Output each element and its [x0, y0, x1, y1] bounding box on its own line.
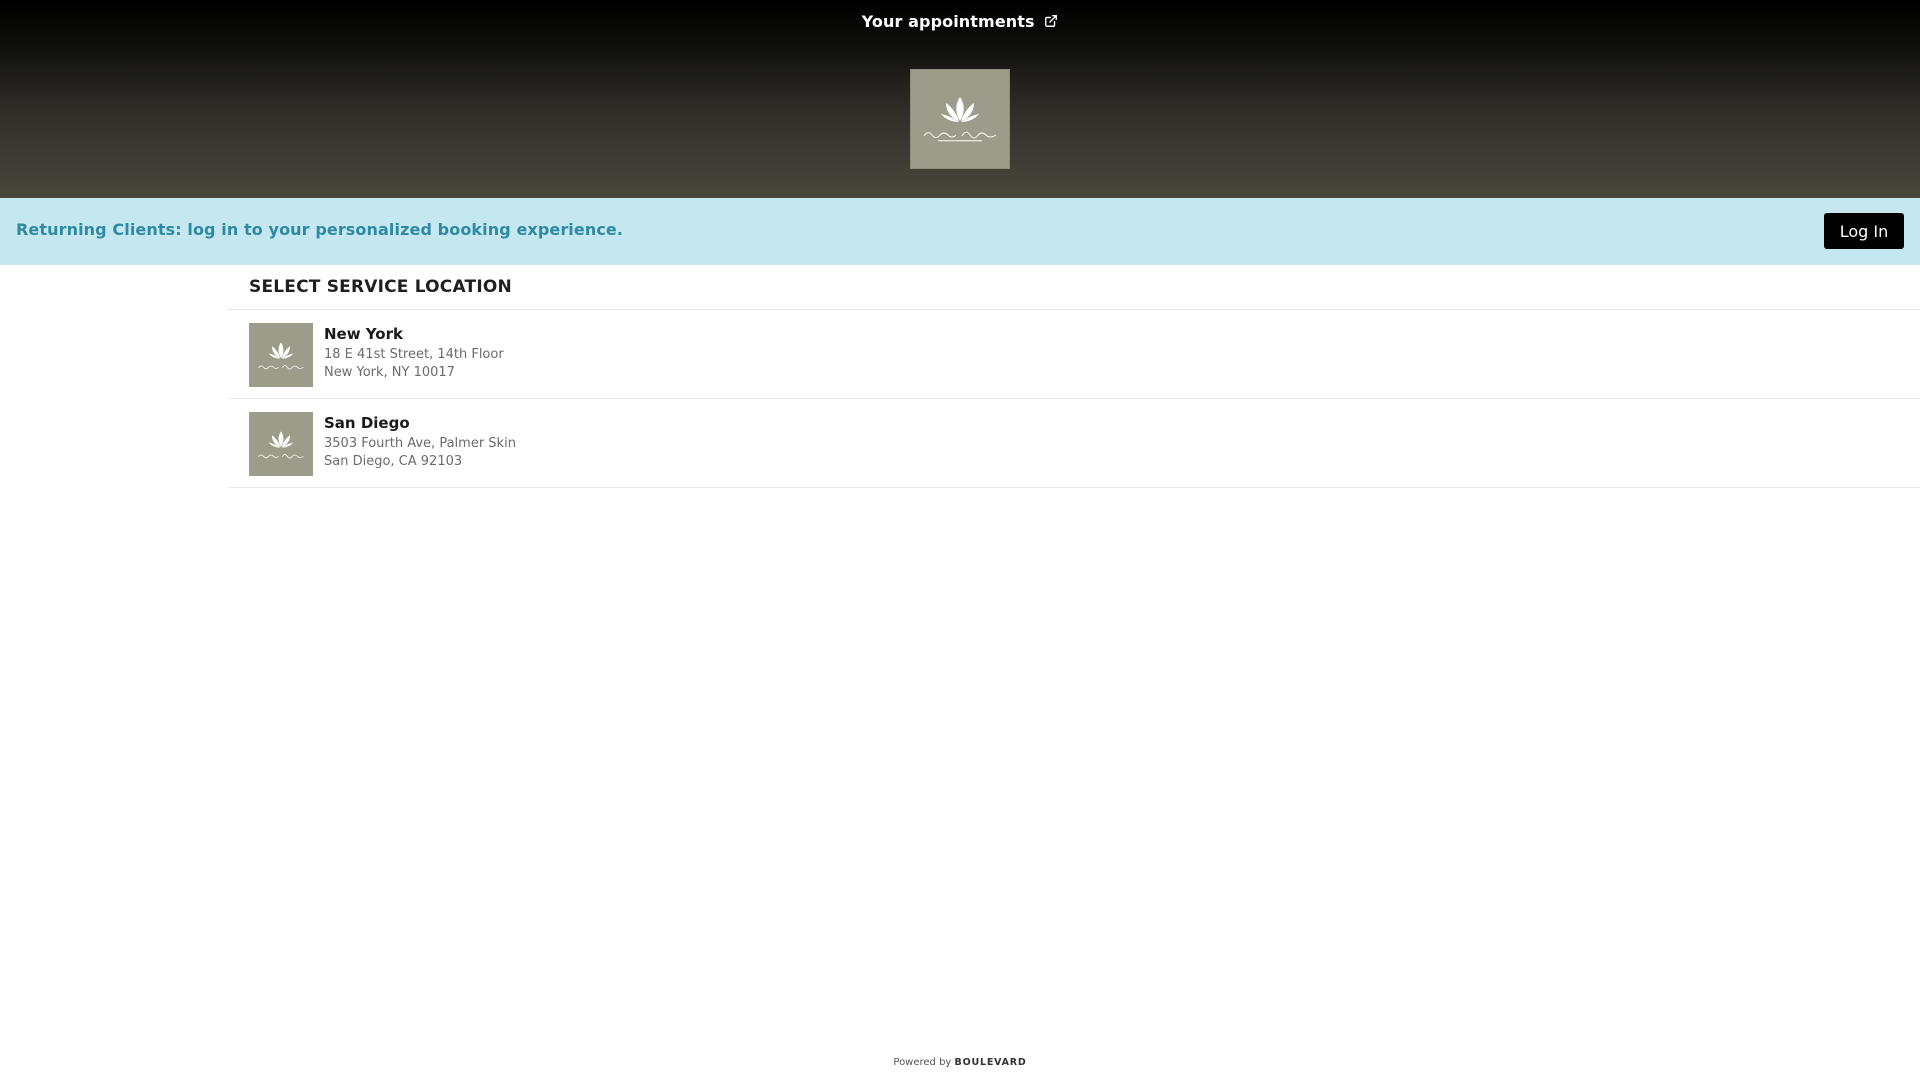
location-info: San Diego 3503 Fourth Ave, Palmer Skin S… — [324, 414, 516, 471]
logo-tagline — [938, 140, 982, 142]
location-address-line2: New York, NY 10017 — [324, 365, 455, 380]
location-name: New York — [324, 325, 403, 343]
location-thumbnail — [249, 323, 313, 387]
location-item-new-york[interactable]: New York 18 E 41st Street, 14th Floor Ne… — [228, 310, 1920, 399]
logo-wordmark — [258, 364, 304, 369]
your-appointments-label: Your appointments — [861, 12, 1035, 31]
location-thumbnail — [249, 412, 313, 476]
location-name: San Diego — [324, 414, 410, 432]
location-list: SELECT SERVICE LOCATION New York 18 E 41… — [228, 265, 1920, 488]
header: Your appointments — [0, 0, 1920, 198]
footer: Powered by BOULEVARD — [0, 1057, 1920, 1068]
location-info: New York 18 E 41st Street, 14th Floor Ne… — [324, 325, 504, 382]
logo-wordmark — [923, 131, 997, 139]
location-address-line1: 18 E 41st Street, 14th Floor — [324, 347, 504, 362]
location-address-line2: San Diego, CA 92103 — [324, 454, 463, 469]
lotus-icon — [941, 97, 979, 122]
logo-wordmark — [258, 453, 304, 458]
login-banner: Returning Clients: log in to your person… — [0, 198, 1920, 265]
external-link-icon — [1045, 15, 1058, 27]
log-in-button[interactable]: Log In — [1824, 213, 1904, 249]
powered-by-label: Powered by — [893, 1057, 952, 1068]
brand-logo — [910, 69, 1010, 169]
lotus-icon — [268, 341, 294, 359]
your-appointments-link[interactable]: Your appointments — [0, 12, 1920, 31]
page-title: SELECT SERVICE LOCATION — [228, 265, 1920, 310]
lotus-icon — [268, 430, 294, 448]
boulevard-brand-link[interactable]: BOULEVARD — [955, 1057, 1027, 1068]
login-banner-text: Returning Clients: log in to your person… — [16, 220, 624, 239]
location-item-san-diego[interactable]: San Diego 3503 Fourth Ave, Palmer Skin S… — [228, 399, 1920, 488]
location-address-line1: 3503 Fourth Ave, Palmer Skin — [324, 436, 516, 451]
